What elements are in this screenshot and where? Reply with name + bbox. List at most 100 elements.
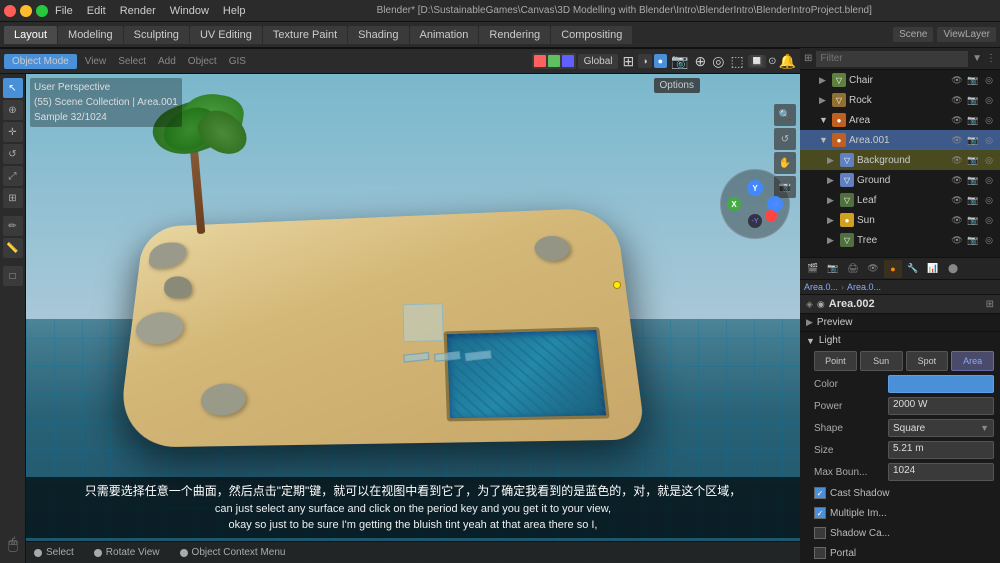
- outliner-sort-icon[interactable]: ⋮: [986, 53, 996, 64]
- render-icon[interactable]: ◎: [982, 233, 996, 247]
- light-type-point[interactable]: Point: [814, 351, 857, 371]
- menu-window[interactable]: Window: [163, 3, 216, 19]
- viewport-overlay-btn-b[interactable]: [562, 55, 574, 67]
- outliner-item-tree[interactable]: ▶ ▽ Tree 👁 📷 ◎: [800, 230, 1000, 250]
- size-value[interactable]: 5.21 m: [888, 441, 994, 459]
- prop-tab-modifier[interactable]: 🔧: [904, 260, 922, 278]
- select-menu[interactable]: Select: [114, 54, 150, 69]
- rotate-status[interactable]: Rotate View: [94, 547, 160, 558]
- render-icon[interactable]: ◎: [982, 133, 996, 147]
- eye-icon[interactable]: 👁: [950, 233, 964, 247]
- gizmo-z[interactable]: [765, 210, 777, 222]
- prop-tab-scene[interactable]: 🎬: [804, 260, 822, 278]
- render-icon[interactable]: ◎: [982, 213, 996, 227]
- global-local-btn[interactable]: Global: [578, 54, 619, 69]
- outliner-item-leaf[interactable]: ▶ ▽ Leaf 👁 📷 ◎: [800, 190, 1000, 210]
- menu-edit[interactable]: Edit: [80, 3, 113, 19]
- transform-tool[interactable]: ⊞: [3, 188, 23, 208]
- tab-uv-editing[interactable]: UV Editing: [190, 26, 262, 44]
- navigation-gizmo[interactable]: Y -Y X -X: [720, 169, 790, 239]
- orbit-icon[interactable]: ↺: [774, 128, 796, 150]
- show-overlay-icon[interactable]: ◎: [710, 53, 726, 70]
- view-menu[interactable]: View: [81, 54, 111, 69]
- light-type-spot[interactable]: Spot: [906, 351, 949, 371]
- annotate-tool[interactable]: ✏: [3, 216, 23, 236]
- camera-icon[interactable]: 📷: [966, 113, 980, 127]
- camera-icon[interactable]: 📷: [966, 73, 980, 87]
- proportional-edit-icon[interactable]: ⊙: [768, 56, 776, 67]
- outliner-filter-icon[interactable]: ▼: [972, 53, 982, 64]
- eye-icon[interactable]: 👁: [950, 193, 964, 207]
- expand-icon[interactable]: ⊞: [986, 299, 994, 310]
- power-value[interactable]: 2000 W: [888, 397, 994, 415]
- preview-section[interactable]: ▶ Preview: [800, 314, 1000, 331]
- camera-icon[interactable]: 📷: [966, 233, 980, 247]
- cast-shadow-checkbox[interactable]: [814, 487, 826, 499]
- portal-checkbox[interactable]: [814, 547, 826, 559]
- prop-tab-view[interactable]: 👁: [864, 260, 882, 278]
- options-btn[interactable]: Options: [654, 78, 700, 93]
- breadcrumb-area2[interactable]: Area.0...: [847, 282, 881, 292]
- camera-icon[interactable]: 📷: [966, 133, 980, 147]
- prop-tab-material[interactable]: ⬤: [944, 260, 962, 278]
- color-swatch[interactable]: [888, 375, 994, 393]
- light-section-header[interactable]: ▼ Light: [800, 332, 1000, 349]
- tab-shading[interactable]: Shading: [348, 26, 408, 44]
- xray-icon[interactable]: ⬚: [728, 53, 745, 70]
- prop-tab-output[interactable]: 🖨: [844, 260, 862, 278]
- gizmo-top[interactable]: Y: [747, 180, 763, 196]
- select-tool[interactable]: ↖: [3, 78, 23, 98]
- render-icon[interactable]: ◎: [982, 173, 996, 187]
- outliner-item-background[interactable]: ▶ ▽ Background 👁 📷 ◎: [800, 150, 1000, 170]
- render-preview-icon[interactable]: ●: [654, 54, 667, 68]
- prop-tab-object-active[interactable]: ●: [884, 260, 902, 278]
- multiple-importance-checkbox[interactable]: [814, 507, 826, 519]
- render-icon[interactable]: ◎: [982, 193, 996, 207]
- context-status[interactable]: Object Context Menu: [180, 547, 286, 558]
- camera-icon[interactable]: 📷: [966, 193, 980, 207]
- gis-menu[interactable]: GIS: [225, 54, 250, 69]
- cursor-tool[interactable]: ⊕: [3, 100, 23, 120]
- outliner-item-sun[interactable]: ▶ ● Sun 👁 📷 ◎: [800, 210, 1000, 230]
- options-btn-label[interactable]: Options: [654, 78, 700, 93]
- outliner-item-area001[interactable]: ▼ ● Area.001 👁 📷 ◎: [800, 130, 1000, 150]
- close-button[interactable]: [4, 5, 16, 17]
- menu-file[interactable]: File: [48, 3, 80, 19]
- scale-tool[interactable]: ⤢: [3, 166, 23, 186]
- tab-modeling[interactable]: Modeling: [58, 26, 123, 44]
- tab-compositing[interactable]: Compositing: [551, 26, 632, 44]
- camera-icon[interactable]: 📷: [966, 213, 980, 227]
- tab-animation[interactable]: Animation: [410, 26, 479, 44]
- tab-texture-paint[interactable]: Texture Paint: [263, 26, 347, 44]
- light-type-sun[interactable]: Sun: [860, 351, 903, 371]
- outliner-item-chair[interactable]: ▶ ▽ Chair 👁 📷 ◎: [800, 70, 1000, 90]
- add-cube-tool[interactable]: □: [3, 266, 23, 286]
- eye-icon[interactable]: 👁: [950, 113, 964, 127]
- camera-icon[interactable]: 📷: [669, 53, 690, 70]
- viewport-overlay-btn-g[interactable]: [548, 55, 560, 67]
- menu-help[interactable]: Help: [216, 3, 253, 19]
- eye-icon[interactable]: 👁: [950, 73, 964, 87]
- eye-icon[interactable]: 👁: [950, 93, 964, 107]
- shading-icon[interactable]: ◑: [638, 54, 651, 68]
- render-icon[interactable]: ◎: [982, 113, 996, 127]
- tab-rendering[interactable]: Rendering: [479, 26, 550, 44]
- select-status[interactable]: Select: [34, 547, 74, 558]
- shadow-caustics-checkbox[interactable]: [814, 527, 826, 539]
- measure-tool[interactable]: 📏: [3, 238, 23, 258]
- eye-icon[interactable]: 👁: [950, 213, 964, 227]
- menu-render[interactable]: Render: [113, 3, 163, 19]
- viewport-overlay-btn-r[interactable]: [534, 55, 546, 67]
- gizmo-bottom[interactable]: -Y: [748, 214, 762, 228]
- prop-tab-data[interactable]: 📊: [924, 260, 942, 278]
- rotate-tool[interactable]: ↺: [3, 144, 23, 164]
- minimize-button[interactable]: [20, 5, 32, 17]
- zoom-in-icon[interactable]: 🔍: [774, 104, 796, 126]
- viewport-canvas[interactable]: User Perspective (55) Scene Collection |…: [26, 74, 800, 563]
- render-icon[interactable]: ◎: [982, 153, 996, 167]
- bell-icon[interactable]: 🔔: [779, 53, 796, 70]
- move-tool[interactable]: ✛: [3, 122, 23, 142]
- tab-layout[interactable]: Layout: [4, 26, 57, 44]
- gizmo-left[interactable]: X: [727, 197, 741, 211]
- camera-icon[interactable]: 📷: [966, 153, 980, 167]
